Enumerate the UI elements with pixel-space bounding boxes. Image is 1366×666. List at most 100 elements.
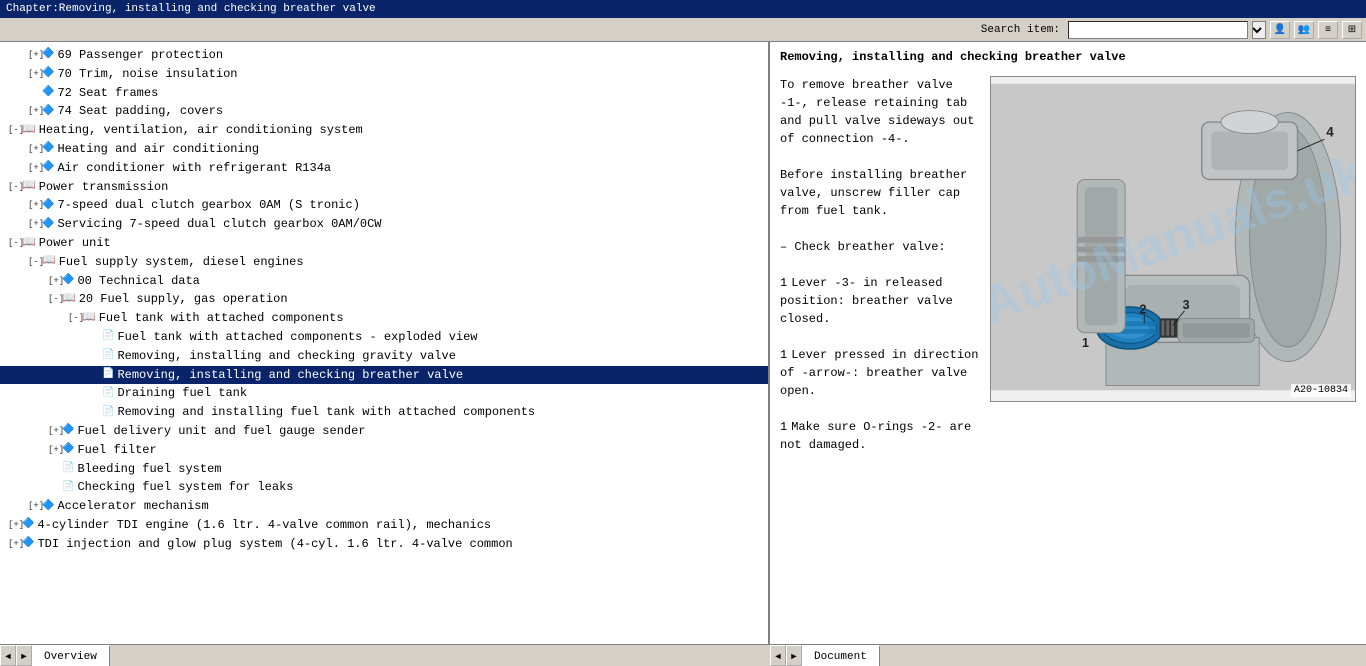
diamond-icon: 🔷: [42, 161, 54, 175]
search-dropdown[interactable]: [1252, 21, 1266, 39]
tree-item[interactable]: 🔷 72 Seat frames: [0, 84, 768, 103]
title-bar: Chapter:Removing, installing and checkin…: [0, 0, 1366, 18]
tree-item-label: Fuel tank with attached components - exp…: [117, 329, 477, 346]
tree-item[interactable]: [+] 🔷 Servicing 7-speed dual clutch gear…: [0, 215, 768, 234]
tree-item[interactable]: [+] 🔷 70 Trim, noise insulation: [0, 65, 768, 84]
tree-expander[interactable]: [-]: [8, 124, 22, 137]
menu-list-btn[interactable]: ≡: [1318, 21, 1338, 39]
tree-item[interactable]: [-] 📖 Fuel tank with attached components: [0, 309, 768, 328]
doc-para-4: 1Lever pressed in direction of -arrow-: …: [780, 346, 980, 400]
tree-item[interactable]: [-] 📖 Fuel supply system, diesel engines: [0, 253, 768, 272]
image-ref: A20-10834: [1291, 384, 1351, 397]
tree-item-label: Heating, ventilation, air conditioning s…: [39, 122, 363, 139]
tree-item[interactable]: [+] 🔷 00 Technical data: [0, 272, 768, 291]
tree-item[interactable]: [-] 📖 20 Fuel supply, gas operation: [0, 290, 768, 309]
tree-expander[interactable]: [-]: [48, 293, 62, 306]
doc-image-container: AutoManuals.uk 4: [990, 76, 1356, 402]
document-tab[interactable]: Document: [802, 645, 880, 666]
doc-icon: 📄: [62, 462, 74, 476]
tree-expander[interactable]: [+]: [8, 519, 22, 532]
tree-list: [+] 🔷 69 Passenger protection [+] 🔷 70 T…: [0, 46, 768, 558]
left-nav-prev[interactable]: ◄: [0, 645, 16, 666]
search-label: Search item:: [981, 24, 1060, 36]
tree-item[interactable]: [+] 🔷 Accelerator mechanism: [0, 497, 768, 516]
tree-expander[interactable]: [-]: [28, 256, 42, 269]
tree-expander[interactable]: [+]: [28, 49, 42, 62]
tree-item-label: TDI injection and glow plug system (4-cy…: [37, 536, 512, 553]
tree-expander[interactable]: [-]: [68, 312, 82, 325]
overview-tab[interactable]: Overview: [32, 645, 110, 666]
doc-icon: 📄: [102, 387, 114, 401]
tree-item[interactable]: 📄 Fuel tank with attached components - e…: [0, 328, 768, 347]
doc-para-2: Before installing breather valve, unscre…: [780, 166, 980, 220]
tree-expander[interactable]: [+]: [8, 538, 22, 551]
tree-item-label: Fuel delivery unit and fuel gauge sender: [77, 423, 365, 440]
tree-item-label: Removing and installing fuel tank with a…: [117, 404, 535, 421]
left-nav-next[interactable]: ►: [16, 645, 32, 666]
tree-item[interactable]: 📄 Removing, installing and checking grav…: [0, 347, 768, 366]
tree-item[interactable]: 📄 Removing and installing fuel tank with…: [0, 403, 768, 422]
tree-item[interactable]: [+] 🔷 7-speed dual clutch gearbox 0AM (S…: [0, 196, 768, 215]
left-panel: [+] 🔷 69 Passenger protection [+] 🔷 70 T…: [0, 42, 770, 644]
svg-text:1: 1: [1082, 336, 1089, 350]
tree-item[interactable]: [+] 🔷 74 Seat padding, covers: [0, 102, 768, 121]
tree-expander[interactable]: [+]: [48, 444, 62, 457]
tree-expander[interactable]: [+]: [48, 275, 62, 288]
tree-expander[interactable]: [+]: [28, 143, 42, 156]
tree-item[interactable]: [+] 🔷 Fuel delivery unit and fuel gauge …: [0, 422, 768, 441]
tree-item[interactable]: [+] 🔷 TDI injection and glow plug system…: [0, 535, 768, 554]
tree-item-label: Fuel tank with attached components: [99, 310, 344, 327]
tree-item-label: 7-speed dual clutch gearbox 0AM (S troni…: [57, 197, 359, 214]
tree-expander[interactable]: [+]: [28, 218, 42, 231]
search-users-btn[interactable]: 👥: [1294, 21, 1314, 39]
tree-item[interactable]: 📄 Bleeding fuel system: [0, 460, 768, 479]
main-area: [+] 🔷 69 Passenger protection [+] 🔷 70 T…: [0, 42, 1366, 644]
right-nav-next[interactable]: ►: [786, 645, 802, 666]
tree-item[interactable]: [-] 📖 Power transmission: [0, 178, 768, 197]
tree-item-label: Heating and air conditioning: [57, 141, 259, 158]
doc-content: To remove breather valve -1-, release re…: [780, 76, 1356, 454]
tree-item-label: 00 Technical data: [77, 273, 199, 290]
diamond-icon: 🔷: [42, 218, 54, 232]
doc-para-3: 1Lever -3- in released position: breathe…: [780, 274, 980, 328]
doc-icon: 📄: [102, 349, 114, 363]
tree-expander[interactable]: [+]: [28, 68, 42, 81]
tree-expander[interactable]: [+]: [48, 425, 62, 438]
tree-expander[interactable]: [+]: [28, 199, 42, 212]
book-icon: 📖: [62, 292, 76, 307]
tree-item[interactable]: [+] 🔷 4-cylinder TDI engine (1.6 ltr. 4-…: [0, 516, 768, 535]
doc-para-1: To remove breather valve -1-, release re…: [780, 76, 980, 148]
tree-expander[interactable]: [-]: [8, 237, 22, 250]
tree-expander[interactable]: [-]: [8, 181, 22, 194]
search-user-btn[interactable]: 👤: [1270, 21, 1290, 39]
tree-item-label: Accelerator mechanism: [57, 498, 208, 515]
tree-item[interactable]: [-] 📖 Heating, ventilation, air conditio…: [0, 121, 768, 140]
diamond-icon: 🔷: [42, 48, 54, 62]
tree-item[interactable]: 📄 Checking fuel system for leaks: [0, 478, 768, 497]
book-icon: 📖: [42, 254, 56, 269]
menu-grid-btn[interactable]: ⊞: [1342, 21, 1362, 39]
book-icon: 📖: [22, 179, 36, 194]
tree-item[interactable]: [+] 🔷 Heating and air conditioning: [0, 140, 768, 159]
tree-item[interactable]: 📄 Removing, installing and checking brea…: [0, 366, 768, 385]
svg-text:4: 4: [1326, 124, 1334, 139]
tree-item[interactable]: [+] 🔷 Air conditioner with refrigerant R…: [0, 159, 768, 178]
status-left: ◄ ► Overview: [0, 645, 770, 666]
right-nav-prev[interactable]: ◄: [770, 645, 786, 666]
tree-expander[interactable]: [+]: [28, 500, 42, 513]
doc-para-5: 1Make sure O-rings -2- are not damaged.: [780, 418, 980, 454]
tree-item-label: Removing, installing and checking gravit…: [117, 348, 455, 365]
tree-item[interactable]: [+] 🔷 69 Passenger protection: [0, 46, 768, 65]
tree-item[interactable]: [-] 📖 Power unit: [0, 234, 768, 253]
tree-item[interactable]: [+] 🔷 Fuel filter: [0, 441, 768, 460]
diagram-svg: 4: [991, 77, 1355, 397]
tree-expander[interactable]: [+]: [28, 105, 42, 118]
tree-item-label: 20 Fuel supply, gas operation: [79, 291, 288, 308]
doc-icon: 📄: [102, 330, 114, 344]
tree-container[interactable]: [+] 🔷 69 Passenger protection [+] 🔷 70 T…: [0, 42, 768, 644]
status-right: ◄ ► Document: [770, 645, 1366, 666]
search-input[interactable]: [1068, 21, 1248, 39]
tree-item-label: 74 Seat padding, covers: [57, 103, 223, 120]
tree-expander[interactable]: [+]: [28, 162, 42, 175]
tree-item[interactable]: 📄 Draining fuel tank: [0, 384, 768, 403]
